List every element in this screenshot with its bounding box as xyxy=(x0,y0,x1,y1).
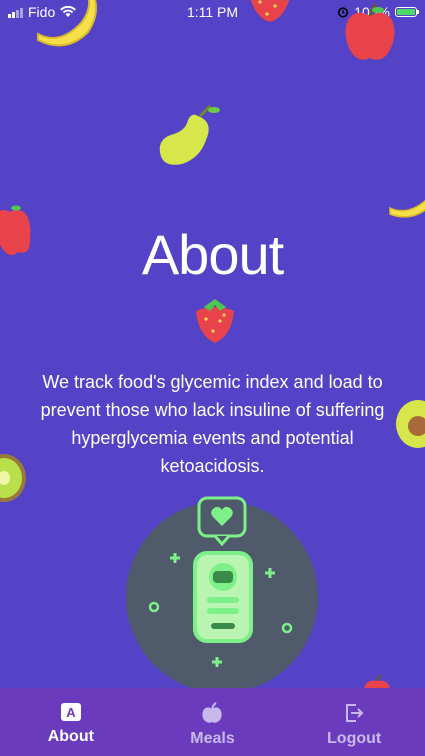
tab-bar: A About Meals Logout xyxy=(0,688,425,756)
tab-logout[interactable]: Logout xyxy=(294,688,414,756)
tab-meals-label: Meals xyxy=(190,730,235,747)
banana-icon xyxy=(389,199,425,218)
apple-icon xyxy=(345,2,395,60)
banana-icon xyxy=(37,0,97,47)
tab-logout-label: Logout xyxy=(327,730,382,747)
battery-icon xyxy=(395,7,419,17)
tab-about[interactable]: A About xyxy=(11,688,131,756)
kiwi-icon xyxy=(0,454,26,502)
about-description: We track food's glycemic index and load … xyxy=(40,372,385,476)
about-a-icon: A xyxy=(60,703,81,721)
apple-icon xyxy=(202,702,223,723)
tab-meals[interactable]: Meals xyxy=(152,688,272,756)
strawberry-icon xyxy=(250,0,290,22)
pear-icon xyxy=(159,104,220,165)
logout-icon xyxy=(346,704,364,722)
strawberry-icon xyxy=(196,299,234,343)
tab-about-label: About xyxy=(47,728,94,745)
svg-text:A: A xyxy=(66,705,76,720)
page-title: About xyxy=(141,223,284,286)
phone-app-icon xyxy=(193,551,253,643)
apple-icon xyxy=(364,675,390,689)
avocado-icon xyxy=(396,400,425,448)
health-app-illustration xyxy=(126,496,318,693)
heart-bubble-icon xyxy=(197,496,247,547)
